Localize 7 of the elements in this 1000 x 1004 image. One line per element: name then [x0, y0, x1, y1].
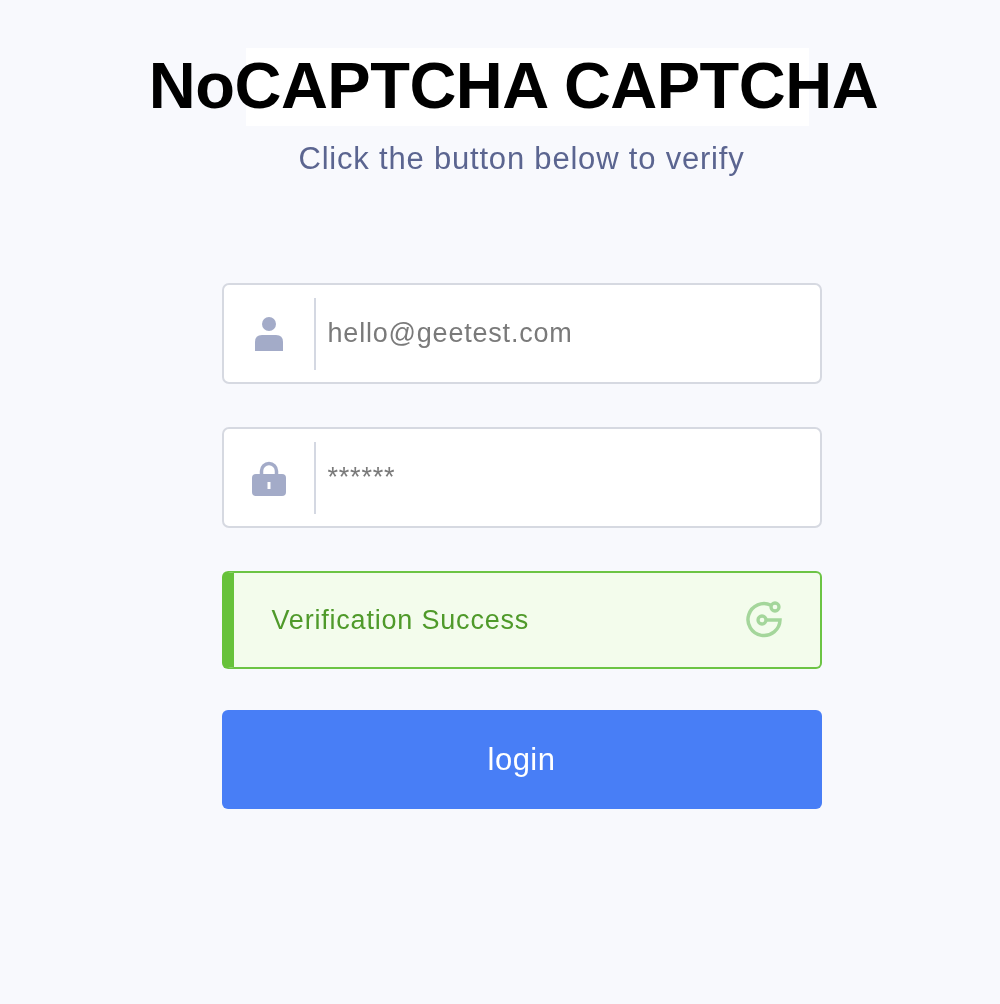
verification-status: Verification Success	[271, 604, 530, 636]
email-field[interactable]: hello@geetest.com	[221, 283, 822, 384]
password-field[interactable]: ******	[221, 427, 822, 528]
verification-bar[interactable]: Verification Success	[221, 571, 822, 669]
login-button[interactable]: login	[221, 710, 822, 809]
page-subtitle: Click the button below to verify	[298, 142, 745, 176]
lock-icon	[251, 459, 286, 496]
